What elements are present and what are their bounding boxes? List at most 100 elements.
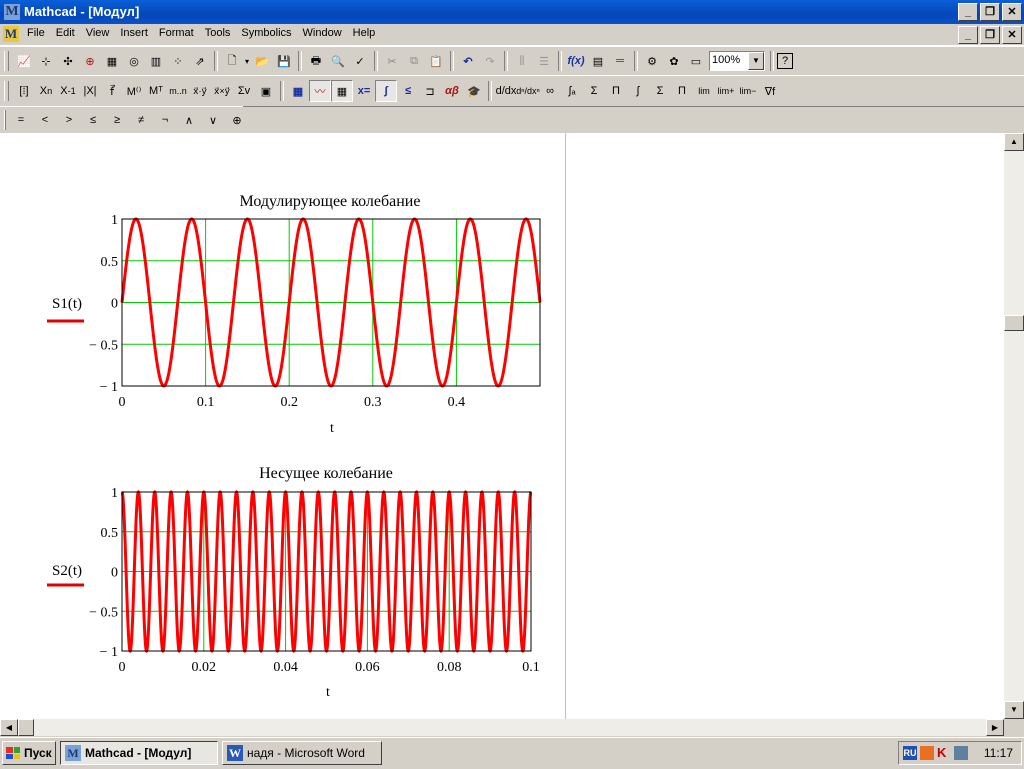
xor-operator-button[interactable]: ⊕ [226, 109, 248, 131]
restore-button[interactable]: ❐ [980, 3, 1000, 21]
vector-field-icon[interactable]: ⇗ [189, 50, 211, 72]
greater-equal-operator-button[interactable]: ≥ [106, 109, 128, 131]
plot-s2[interactable]: Несущее колебание 1 0.5 0 − 0.5 − 1 0 0.02 0.0… [30, 459, 560, 709]
nth-derivative-icon[interactable]: dⁿ/dxⁿ [516, 80, 540, 102]
minimize-button[interactable]: _ [958, 3, 978, 21]
print-icon[interactable]: 🖶 [305, 50, 327, 72]
undo-icon[interactable]: ↶ [457, 50, 479, 72]
less-equal-operator-button[interactable]: ≤ [82, 109, 104, 131]
copy-icon[interactable]: ⧉ [403, 50, 425, 72]
menu-insert[interactable]: Insert [115, 24, 154, 39]
task-word[interactable]: W надя - Microsoft Word [222, 741, 382, 765]
dot-product-icon[interactable]: x⃗·y⃗ [189, 80, 211, 102]
vertical-scroll-thumb[interactable] [1004, 315, 1024, 331]
not-equal-operator-button[interactable]: ≠ [130, 109, 152, 131]
plot-s1[interactable]: Модулирующее колебание 1 0.5 0 − 0.5 − 1 0 0.… [30, 185, 560, 445]
vertical-scrollbar[interactable]: ▲ ▼ [1004, 133, 1024, 719]
cut-icon[interactable]: ✂ [381, 50, 403, 72]
definite-integral-icon[interactable]: ∫ₐ [561, 80, 583, 102]
left-limit-icon[interactable]: lim− [737, 80, 759, 102]
help-icon[interactable]: ? [777, 53, 793, 69]
calculator-icon[interactable]: ▦ [287, 80, 309, 102]
surface-plot-icon[interactable]: ▦ [101, 50, 123, 72]
greater-than-operator-button[interactable]: > [58, 109, 80, 131]
superscript-icon[interactable]: M⁽⁾ [123, 80, 145, 102]
start-button[interactable]: Пуск [2, 741, 56, 765]
graph-toolbar-icon[interactable]: 📈 [13, 50, 35, 72]
menu-format[interactable]: Format [154, 24, 200, 39]
insert-region-icon[interactable]: ▭ [685, 50, 707, 72]
contour-plot-icon[interactable]: ◎ [123, 50, 145, 72]
paste-icon[interactable]: 📋 [425, 50, 447, 72]
volume-icon[interactable] [954, 746, 968, 760]
range-variable-icon[interactable]: m..n [167, 80, 189, 102]
horizontal-scroll-thumb[interactable] [18, 719, 34, 736]
save-icon[interactable]: 💾 [273, 50, 295, 72]
cross-product-icon[interactable]: x⃗×y⃗ [211, 80, 233, 102]
not-operator-button[interactable]: ¬ [154, 109, 176, 131]
evaluation-icon[interactable]: x= [353, 80, 375, 102]
insert-function-icon[interactable]: f(x) [565, 50, 587, 72]
print-preview-icon[interactable]: 🔍 [327, 50, 349, 72]
limit-icon[interactable]: lim [693, 80, 715, 102]
menu-symbolics[interactable]: Symbolics [236, 24, 297, 39]
right-limit-icon[interactable]: lim+ [715, 80, 737, 102]
document-icon[interactable]: M [3, 26, 19, 42]
less-than-operator-button[interactable]: < [34, 109, 56, 131]
horizontal-scrollbar[interactable]: ◀ ▶ [0, 719, 1004, 736]
subscript-icon[interactable]: Xn [35, 80, 57, 102]
menu-view[interactable]: View [81, 24, 116, 39]
indefinite-integral-icon[interactable]: ∫ [627, 80, 649, 102]
chevron-down-icon[interactable]: ▼ [748, 52, 764, 70]
programming-icon[interactable]: ⊐ [419, 80, 441, 102]
zoom-select[interactable]: 100% ▼ [709, 51, 765, 71]
scatter-plot-icon[interactable]: ⁘ [167, 50, 189, 72]
range-sum-icon[interactable]: Σ [649, 80, 671, 102]
vector-sum-icon[interactable]: Σv [233, 80, 255, 102]
graph-icon[interactable]: 〰 [309, 80, 331, 102]
equal-operator-button[interactable]: = [10, 109, 32, 131]
summation-icon[interactable]: Σ [583, 80, 605, 102]
vectorize-icon[interactable]: f⃗ [101, 80, 123, 102]
menu-tools[interactable]: Tools [200, 24, 237, 39]
calculus-icon[interactable]: ∫ [375, 80, 397, 102]
polar-icon[interactable]: ⊕ [79, 50, 101, 72]
xy-plot-icon[interactable]: ⊹ [35, 50, 57, 72]
scroll-down-icon[interactable]: ▼ [1004, 701, 1024, 719]
doc-restore-button[interactable]: ❐ [980, 26, 1000, 44]
insert-unit-icon[interactable]: ▤ [587, 50, 609, 72]
doc-close-button[interactable]: ✕ [1002, 26, 1022, 44]
inverse-icon[interactable]: X -1 [57, 80, 79, 102]
calculate-icon[interactable]: ═ [609, 50, 631, 72]
redo-icon[interactable]: ↷ [479, 50, 501, 72]
menu-help[interactable]: Help [348, 24, 382, 39]
dropdown-icon[interactable]: ▾ [243, 50, 251, 72]
symbolic-icon[interactable]: 🎓 [463, 80, 485, 102]
spell-check-icon[interactable]: ✓ [349, 50, 371, 72]
task-mathcad[interactable]: M Mathcad - [Модул] [60, 741, 218, 765]
align-down-icon[interactable]: ☰ [533, 50, 555, 72]
bar-plot-icon[interactable]: ▥ [145, 50, 167, 72]
range-product-icon[interactable]: Π [671, 80, 693, 102]
scroll-up-icon[interactable]: ▲ [1004, 133, 1024, 151]
new-icon[interactable]: 🗋 [221, 50, 243, 72]
align-across-icon[interactable]: ⫼ [511, 50, 533, 72]
boolean-icon[interactable]: ≤ [397, 80, 419, 102]
product-icon[interactable]: Π [605, 80, 627, 102]
resource-center-icon[interactable]: ✿ [663, 50, 685, 72]
transpose-icon[interactable]: Mᵀ [145, 80, 167, 102]
matrix-icon[interactable]: [⁞] [13, 80, 35, 102]
and-operator-button[interactable]: ∧ [178, 109, 200, 131]
antivirus-icon[interactable]: K [937, 746, 951, 760]
worksheet[interactable]: Модулирующее колебание 1 0.5 0 − 0.5 − 1 0 0.… [0, 133, 1004, 719]
gradient-icon[interactable]: ∇f [759, 80, 781, 102]
matrix-palette-icon[interactable]: ▦ [331, 80, 353, 102]
close-button[interactable]: ✕ [1002, 3, 1022, 21]
scroll-left-icon[interactable]: ◀ [0, 719, 18, 736]
scroll-right-icon[interactable]: ▶ [986, 719, 1004, 736]
doc-minimize-button[interactable]: _ [958, 26, 978, 44]
infinity-icon[interactable]: ∞ [539, 80, 561, 102]
network-icon[interactable] [920, 746, 934, 760]
or-operator-button[interactable]: ∨ [202, 109, 224, 131]
insert-component-icon[interactable]: ⚙ [641, 50, 663, 72]
